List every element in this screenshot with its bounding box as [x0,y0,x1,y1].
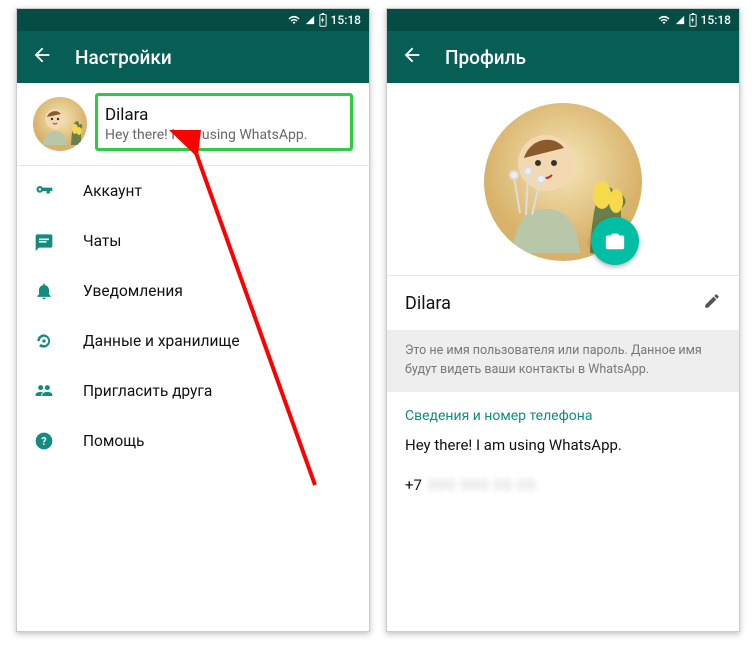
bell-icon [33,281,55,301]
settings-item-label: Пригласить друга [83,382,212,400]
avatar [33,97,87,151]
svg-text:?: ? [41,435,46,448]
change-photo-button[interactable] [591,217,639,265]
wifi-icon [287,14,301,26]
status-time: 15:18 [331,13,361,27]
chat-icon [33,231,55,251]
signal-icon [675,14,685,26]
page-title: Профиль [445,46,526,69]
battery-icon [319,13,327,27]
name-hint: Это не имя пользователя или пароль. Данн… [387,330,739,392]
profile-status: Hey there! I am using WhatsApp. [105,127,307,143]
profile-name: Dilara [405,293,451,314]
settings-item-label: Чаты [83,232,121,250]
help-icon: ? [33,431,55,451]
data-icon [33,331,55,351]
status-bar: 15:18 [17,9,369,31]
battery-icon [689,13,697,27]
profile-row[interactable]: Dilara Hey there! I am using WhatsApp. [17,83,369,165]
settings-screen: 15:18 Настройки [16,8,370,632]
settings-content: Dilara Hey there! I am using WhatsApp. А… [17,83,369,466]
settings-item-label: Аккаунт [83,182,142,200]
info-label: Сведения и номер телефона [405,408,721,424]
app-bar: Профиль [387,31,739,83]
signal-icon [305,14,315,26]
status-time: 15:18 [701,13,731,27]
settings-item-invite[interactable]: Пригласить друга [17,366,369,416]
settings-item-chats[interactable]: Чаты [17,216,369,266]
settings-item-help[interactable]: ? Помощь [17,416,369,466]
phone-number[interactable]: +7 000 000 00 00 [405,476,721,494]
profile-name: Dilara [105,105,307,125]
page-title: Настройки [75,46,172,69]
settings-item-label: Уведомления [83,282,183,300]
profile-screen: 15:18 Профиль [386,8,740,632]
phone-prefix: +7 [405,476,422,494]
settings-item-account[interactable]: Аккаунт [17,166,369,216]
key-icon [33,181,55,201]
info-section: Сведения и номер телефона Hey there! I a… [387,392,739,510]
people-icon [33,381,55,401]
about-text[interactable]: Hey there! I am using WhatsApp. [405,436,721,454]
camera-icon [604,230,626,252]
app-bar: Настройки [17,31,369,83]
settings-item-notifications[interactable]: Уведомления [17,266,369,316]
back-icon[interactable] [401,44,423,70]
phone-masked: 000 000 00 00 [428,476,536,494]
settings-item-label: Помощь [83,432,144,450]
name-row[interactable]: Dilara [387,276,739,330]
settings-item-data[interactable]: Данные и хранилище [17,316,369,366]
wifi-icon [657,14,671,26]
settings-item-label: Данные и хранилище [83,332,240,350]
edit-icon[interactable] [703,292,721,314]
status-bar: 15:18 [387,9,739,31]
back-icon[interactable] [31,44,53,70]
profile-hero [387,83,739,275]
